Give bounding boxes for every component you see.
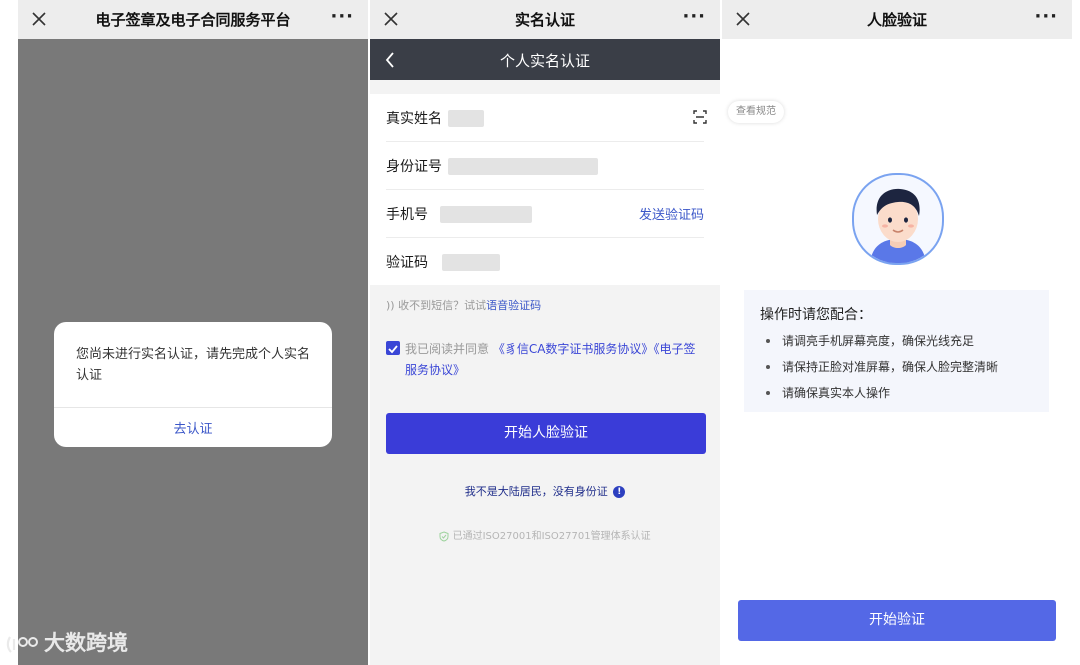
screen-real-name: 实名认证 ··· 个人实名认证 真实姓名 身份证号 手机号 发送验证码 验证码 … [370,0,720,665]
bullet-icon [766,365,770,369]
verify-dialog: 您尚未进行实名认证，请先完成个人实名认证 去认证 [54,322,332,447]
id-field[interactable] [448,158,598,175]
voice-code-link[interactable]: 语音验证码 [486,299,541,312]
name-row: 真实姓名 [370,94,720,142]
identity-form: 真实姓名 身份证号 手机号 发送验证码 验证码 [370,94,720,285]
name-label: 真实姓名 [386,111,442,127]
view-spec-button[interactable]: 查看规范 [728,101,784,123]
iso-text: 已通过ISO27001和ISO27701管理体系认证 [452,531,651,542]
tips-card: 操作时请您配合： 请调亮手机屏幕亮度，确保光线充足 请保持正脸对准屏幕，确保人脸… [744,290,1049,412]
tip-item: 请确保真实本人操作 [782,386,891,400]
start-verify-button[interactable]: 开始验证 [738,600,1056,641]
voice-hint: )) 收不到短信？试试语音验证码 [386,297,541,313]
phone-field[interactable] [440,206,532,223]
top-bar: 人脸验证 ··· [722,0,1072,39]
send-code-button[interactable]: 发送验证码 [639,204,704,223]
watermark: 大数跨境 [6,627,128,657]
page-title: 人脸验证 [866,11,927,29]
phone-row: 手机号 发送验证码 [370,190,720,238]
name-field[interactable] [448,110,484,127]
id-label: 身份证号 [386,159,442,175]
non-resident-link[interactable]: 我不是大陆居民，没有身份证 ! [370,483,720,499]
go-verify-button[interactable]: 去认证 [54,418,332,437]
code-row: 验证码 [370,238,720,286]
more-icon[interactable]: ··· [330,6,354,27]
screen-sign-platform: 电子签章及电子合同服务平台 ··· 您尚未进行实名认证，请先完成个人实名认证 去… [18,0,368,665]
tip-item: 请调亮手机屏幕亮度，确保光线充足 [782,334,975,348]
top-bar: 实名认证 ··· [370,0,720,39]
header-title: 个人实名认证 [499,52,590,70]
sound-icon: )) [386,299,395,312]
face-avatar-icon [852,173,944,265]
more-icon[interactable]: ··· [682,6,706,27]
check-icon [388,345,398,354]
watermark-logo-icon [6,636,38,653]
tips-title: 操作时请您配合： [760,307,872,323]
scan-icon[interactable] [692,109,708,125]
screen-face-verify: 人脸验证 ··· 查看规范 操作时请您配合： 请调亮手机屏幕亮度，确保光线充足 … [722,0,1072,665]
agreement-text: 我已阅读并同意 《豸信CA数字证书服务协议》《电子签服务协议》 [405,339,705,381]
divider [54,407,332,408]
ca-agreement-link[interactable]: 《豸信CA数字证书服务协议》 [493,342,654,356]
watermark-text: 大数跨境 [44,631,128,655]
tip-item: 请保持正脸对准屏幕，确保人脸完整清晰 [782,360,999,374]
agreement-checkbox[interactable] [386,341,400,355]
dialog-message: 您尚未进行实名认证，请先完成个人实名认证 [76,347,311,383]
header-bar: 个人实名认证 [370,39,720,80]
id-row: 身份证号 [370,142,720,190]
more-icon[interactable]: ··· [1034,6,1058,27]
bullet-icon [766,391,770,395]
bullet-icon [766,339,770,343]
top-bar: 电子签章及电子合同服务平台 ··· [18,0,368,39]
info-icon[interactable]: ! [613,486,626,498]
code-field[interactable] [442,254,500,271]
start-face-verify-button[interactable]: 开始人脸验证 [386,413,706,454]
page-title: 电子签章及电子合同服务平台 [95,11,291,29]
page-title: 实名认证 [514,11,575,29]
shield-check-icon [439,530,449,542]
non-resident-text: 我不是大陆居民，没有身份证 [464,485,608,498]
code-label: 验证码 [386,255,428,271]
voice-hint-text: 收不到短信？试试 [398,299,487,312]
phone-label: 手机号 [386,207,428,223]
agreement-prefix: 我已阅读并同意 [405,342,490,356]
iso-certification: 已通过ISO27001和ISO27701管理体系认证 [370,527,720,542]
